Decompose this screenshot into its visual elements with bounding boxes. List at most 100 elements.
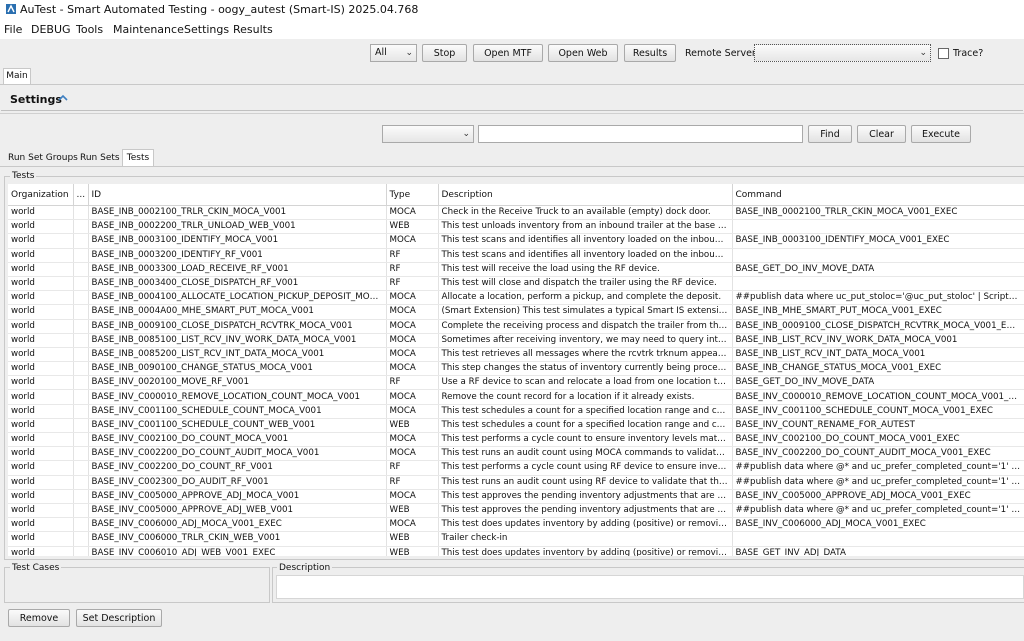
cell-ellipsis — [73, 517, 89, 533]
subtab-divider — [0, 166, 1024, 167]
search-input[interactable] — [478, 125, 803, 143]
column-header-type[interactable]: Type — [386, 184, 439, 206]
table-row[interactable]: world BASE_INV_C006010_ADJ_WEB_V001_EXEC W… — [8, 546, 1024, 556]
cell-organization: world — [8, 262, 74, 277]
table-row[interactable]: world BASE_INB_0085200_LIST_RCV_INT_DATA_… — [8, 347, 1024, 363]
cell-id: BASE_INB_0009100_CLOSE_DISPATCH_RCVTRK_M… — [88, 319, 387, 334]
column-header-organization[interactable]: Organization — [8, 184, 74, 206]
cell-command: ##publish data where @* and uc_prefer_co… — [732, 475, 1024, 490]
table-row[interactable]: world BASE_INV_C006000_ADJ_MOCA_V001_EXEC… — [8, 517, 1024, 533]
cell-command: BASE_GET_DO_INV_MOVE_DATA — [732, 375, 1024, 391]
table-row[interactable]: world BASE_INV_C002200_DO_COUNT_RF_V001 RF… — [8, 460, 1024, 476]
table-row[interactable]: world BASE_INV_C002200_DO_COUNT_AUDIT_MOC… — [8, 446, 1024, 462]
description-field[interactable] — [276, 575, 1024, 599]
cell-command: BASE_GET_INV_ADJ_DATA — [732, 546, 1024, 556]
open-mtf-button[interactable]: Open MTF — [473, 44, 543, 62]
menu-maintenance[interactable]: Maintenance — [113, 23, 184, 36]
cell-organization: world — [8, 489, 74, 504]
tab-run-set-groups[interactable]: Run Set Groups — [8, 150, 78, 166]
trace-checkbox[interactable] — [938, 48, 949, 59]
cell-type: MOCA — [386, 347, 439, 363]
cell-id: BASE_INV_C002100_DO_COUNT_MOCA_V001 — [88, 432, 387, 448]
cell-description: This test unloads inventory from an inbo… — [438, 219, 733, 235]
filter-select[interactable]: ⌄ — [382, 125, 474, 143]
cell-ellipsis — [73, 233, 89, 249]
cell-type: RF — [386, 248, 439, 263]
menu-tools[interactable]: Tools — [76, 23, 103, 36]
table-row[interactable]: world BASE_INB_0003100_IDENTIFY_MOCA_V001… — [8, 233, 1024, 249]
cell-ellipsis — [73, 219, 89, 235]
set-description-button[interactable]: Set Description — [76, 609, 162, 627]
table-row[interactable]: world BASE_INV_C002100_DO_COUNT_MOCA_V001… — [8, 432, 1024, 448]
cell-organization: world — [8, 389, 74, 405]
chevron-up-icon[interactable] — [57, 93, 69, 103]
table-row[interactable]: world BASE_INB_0009100_CLOSE_DISPATCH_RCV… — [8, 319, 1024, 334]
stop-button[interactable]: Stop — [422, 44, 467, 62]
tab-run-sets[interactable]: Run Sets — [80, 150, 120, 166]
cell-id: BASE_INB_0085200_LIST_RCV_INT_DATA_MOCA_… — [88, 347, 387, 363]
table-row[interactable]: world BASE_INB_0002200_TRLR_UNLOAD_WEB_V0… — [8, 219, 1024, 235]
column-header-command[interactable]: Command — [732, 184, 1024, 206]
cell-description: This test schedules a count for a specif… — [438, 404, 733, 419]
menu-results[interactable]: Results — [233, 23, 273, 36]
table-row[interactable]: world BASE_INV_0020100_MOVE_RF_V001 RF Use … — [8, 375, 1024, 391]
cell-command: BASE_INB_LIST_RCV_INV_WORK_DATA_MOCA_V00… — [732, 333, 1024, 348]
remove-button[interactable]: Remove — [8, 609, 70, 627]
table-row[interactable]: world BASE_INV_C006000_TRLR_CKIN_WEB_V001… — [8, 531, 1024, 547]
cell-ellipsis — [73, 276, 89, 292]
cell-description: Complete the receiving process and dispa… — [438, 319, 733, 334]
table-row[interactable]: world BASE_INB_0003400_CLOSE_DISPATCH_RF_… — [8, 276, 1024, 292]
table-row[interactable]: world BASE_INV_C005000_APPROVE_ADJ_MOCA_V… — [8, 489, 1024, 504]
table-row[interactable]: world BASE_INV_C001100_SCHEDULE_COUNT_WEB… — [8, 418, 1024, 434]
menu-settings[interactable]: Settings — [184, 23, 229, 36]
chevron-down-icon: ⌄ — [405, 48, 413, 58]
cell-command: BASE_INV_C002200_DO_COUNT_AUDIT_MOCA_V00… — [732, 446, 1024, 462]
remote-server-select[interactable]: ⌄ — [754, 44, 931, 62]
cell-organization: world — [8, 475, 74, 490]
cell-description: Allocate a location, perform a pickup, a… — [438, 290, 733, 306]
bottom-strip — [0, 634, 1024, 641]
cell-type: RF — [386, 460, 439, 476]
settings-panel-header[interactable] — [1, 88, 1023, 111]
cell-type: RF — [386, 276, 439, 292]
tests-table-container: Organization ... ID Type Description Com… — [8, 184, 1024, 556]
table-row[interactable]: world BASE_INB_0004A00_MHE_SMART_PUT_MOCA… — [8, 304, 1024, 320]
cell-organization: world — [8, 404, 74, 419]
table-row[interactable]: world BASE_INV_C000010_REMOVE_LOCATION_CO… — [8, 389, 1024, 405]
table-row[interactable]: world BASE_INB_0004100_ALLOCATE_LOCATION_… — [8, 290, 1024, 306]
table-row[interactable]: world BASE_INB_0085100_LIST_RCV_INV_WORK_… — [8, 333, 1024, 348]
table-row[interactable]: world BASE_INB_0090100_CHANGE_STATUS_MOCA… — [8, 361, 1024, 377]
tab-main[interactable]: Main — [3, 68, 31, 85]
cell-command: BASE_INB_MHE_SMART_PUT_MOCA_V001_EXEC — [732, 304, 1024, 320]
tab-tests[interactable]: Tests — [122, 149, 154, 167]
cell-id: BASE_INV_C006000_TRLR_CKIN_WEB_V001 — [88, 531, 387, 547]
cell-organization: world — [8, 219, 74, 235]
trace-label: Trace? — [953, 48, 984, 59]
clear-button[interactable]: Clear — [857, 125, 906, 143]
table-row[interactable]: world BASE_INV_C001100_SCHEDULE_COUNT_MOC… — [8, 404, 1024, 419]
open-web-button[interactable]: Open Web — [548, 44, 618, 62]
column-header-id[interactable]: ID — [88, 184, 387, 206]
cell-description: This test approves the pending inventory… — [438, 503, 733, 519]
cell-description: This test schedules a count for a specif… — [438, 418, 733, 434]
cell-id: BASE_INV_C005000_APPROVE_ADJ_WEB_V001 — [88, 503, 387, 519]
cell-id: BASE_INV_C001100_SCHEDULE_COUNT_MOCA_V00… — [88, 404, 387, 419]
table-row[interactable]: world BASE_INV_C005000_APPROVE_ADJ_WEB_V0… — [8, 503, 1024, 519]
find-button[interactable]: Find — [808, 125, 852, 143]
column-header-ellipsis[interactable]: ... — [73, 184, 89, 206]
table-row[interactable]: world BASE_INB_0002100_TRLR_CKIN_MOCA_V00… — [8, 205, 1024, 221]
cell-ellipsis — [73, 418, 89, 434]
cell-ellipsis — [73, 361, 89, 377]
execute-button[interactable]: Execute — [911, 125, 971, 143]
run-filter-select[interactable]: All ⌄ — [370, 44, 417, 62]
table-row[interactable]: world BASE_INB_0003300_LOAD_RECEIVE_RF_V0… — [8, 262, 1024, 277]
column-header-description[interactable]: Description — [438, 184, 733, 206]
cell-type: MOCA — [386, 319, 439, 334]
table-row[interactable]: world BASE_INV_C002300_DO_AUDIT_RF_V001 RF… — [8, 475, 1024, 490]
cell-ellipsis — [73, 389, 89, 405]
table-row[interactable]: world BASE_INB_0003200_IDENTIFY_RF_V001 RF… — [8, 248, 1024, 263]
results-button[interactable]: Results — [624, 44, 676, 62]
menu-debug[interactable]: DEBUG — [31, 23, 71, 36]
cell-command: BASE_INB_0003100_IDENTIFY_MOCA_V001_EXEC — [732, 233, 1024, 249]
menu-file[interactable]: File — [4, 23, 22, 36]
